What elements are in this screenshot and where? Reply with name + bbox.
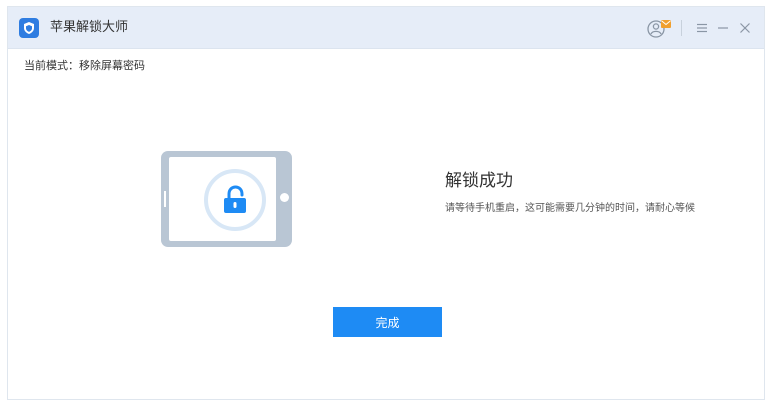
tablet-home-button [280, 193, 289, 202]
lock-ring [204, 169, 266, 231]
title-bar: 苹果解锁大师 [8, 7, 764, 49]
success-title: 解锁成功 [445, 171, 513, 191]
tablet-screen [169, 157, 276, 241]
success-description: 请等待手机重启，这可能需要几分钟的时间，请耐心等候 [445, 203, 695, 214]
minimize-button[interactable] [715, 17, 731, 39]
user-mail-icon [647, 20, 671, 38]
shield-icon [19, 18, 39, 38]
account-button[interactable] [645, 17, 675, 39]
title-bar-separator [681, 20, 682, 36]
app-title: 苹果解锁大师 [50, 20, 129, 35]
current-mode-label: 当前模式：移除屏幕密码 [24, 59, 145, 72]
hamburger-menu-icon [697, 23, 707, 33]
done-button[interactable]: 完成 [333, 307, 442, 337]
menu-button[interactable] [694, 17, 710, 39]
unlocked-padlock-icon [224, 185, 246, 213]
close-icon [740, 23, 750, 33]
close-button[interactable] [737, 17, 753, 39]
minimize-icon [718, 27, 728, 29]
tablet-side-button [164, 191, 166, 207]
tablet-icon [161, 151, 292, 247]
app-window: 苹果解锁大师 当前模式：移除屏幕密码 解锁成功 请等待手机重启，这可能需要几分钟… [7, 6, 765, 400]
